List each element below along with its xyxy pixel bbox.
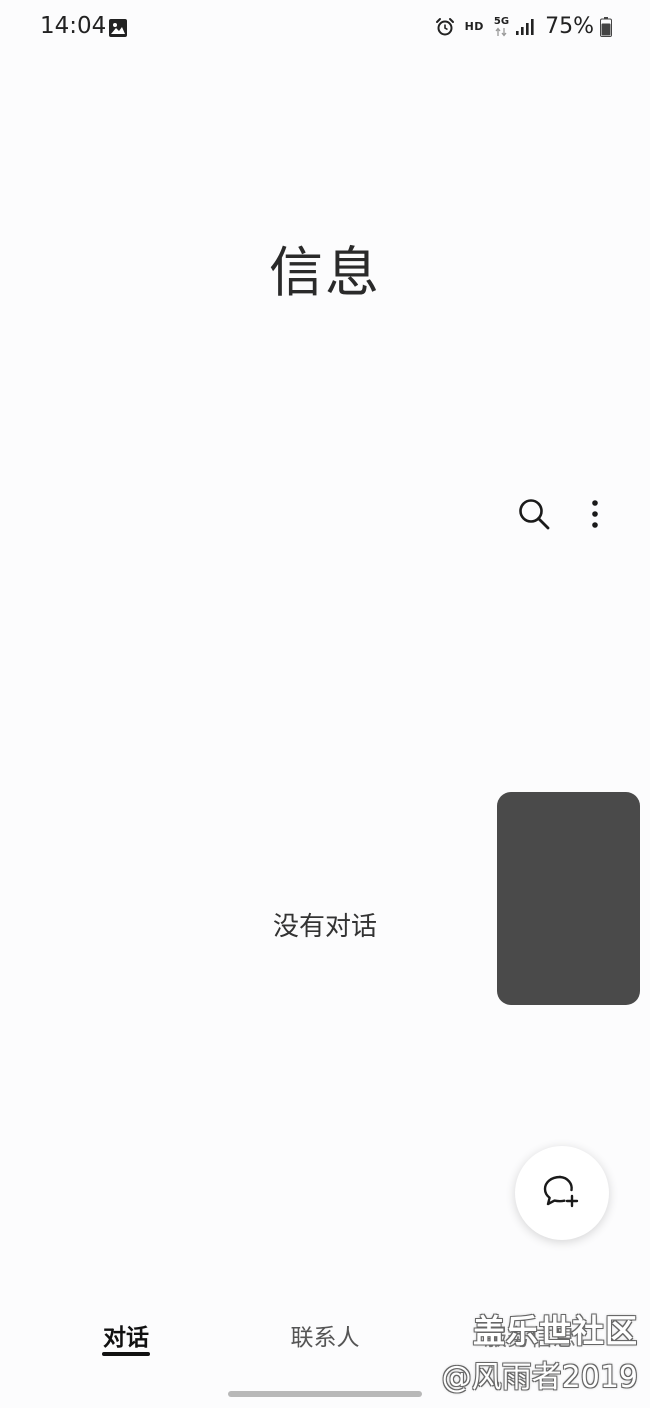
- search-button[interactable]: [512, 492, 556, 536]
- tab-contacts[interactable]: 联系人: [278, 1318, 372, 1352]
- page-title: 信息: [269, 241, 381, 304]
- home-indicator[interactable]: [228, 1391, 422, 1397]
- signal-strength-icon: [515, 18, 535, 36]
- empty-conversations-text: 没有对话: [272, 912, 377, 942]
- battery-percentage: 75%: [545, 14, 594, 39]
- hd-voice-indicator: HD: [464, 20, 484, 33]
- watermark-community: 盖乐世社区: [472, 1312, 638, 1350]
- gallery-notification-icon: [108, 18, 128, 38]
- watermark-author: @风雨者2019: [441, 1360, 638, 1395]
- selected-tab-indicator: [102, 1352, 150, 1356]
- battery-icon: [600, 16, 612, 37]
- new-chat-icon: [543, 1175, 579, 1208]
- network-type-label: 5G: [493, 15, 510, 27]
- messages-screen: 14:04 HD 5G 75% 信息 没有对话 对话 联系人 服务信息 盖乐世社…: [0, 0, 650, 1408]
- more-options-button[interactable]: [574, 492, 616, 536]
- search-icon: [519, 499, 550, 530]
- alarm-icon: [435, 17, 455, 37]
- network-type-indicator: 5G: [493, 15, 510, 37]
- tab-label: 对话: [103, 1325, 149, 1351]
- tab-conversations[interactable]: 对话: [96, 1318, 156, 1356]
- status-bar: 14:04 HD 5G 75%: [0, 0, 650, 56]
- edge-panel-overlay[interactable]: [497, 792, 640, 1005]
- data-arrows-icon: [495, 26, 507, 37]
- new-conversation-button[interactable]: [515, 1146, 609, 1240]
- tab-label: 联系人: [290, 1325, 360, 1351]
- more-vertical-icon: [592, 500, 598, 528]
- status-icons: HD 5G 75%: [435, 14, 612, 39]
- status-time: 14:04: [40, 13, 107, 39]
